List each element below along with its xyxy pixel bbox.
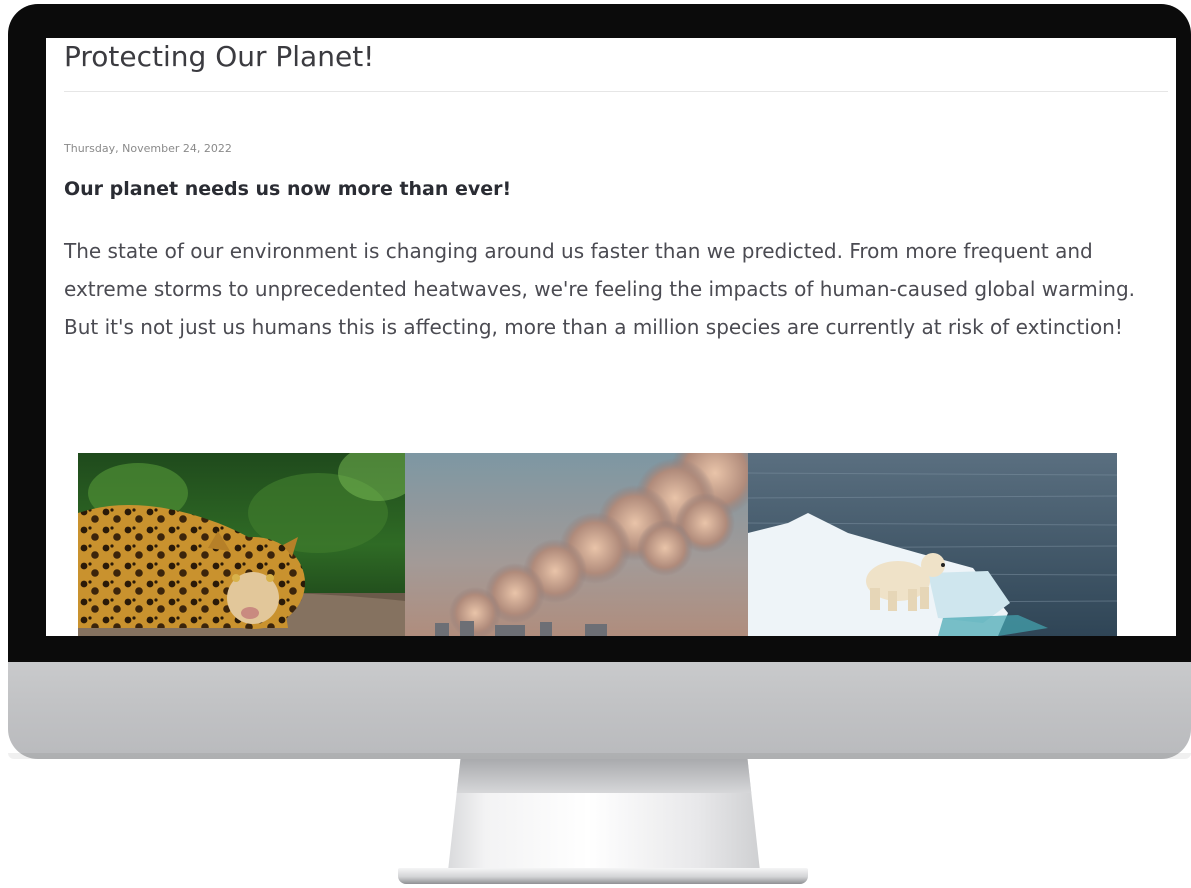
blog-title[interactable]: Protecting Our Planet! [64,40,374,73]
monitor-stand [448,759,760,871]
monitor-chin [8,662,1191,759]
smokestack-photo[interactable] [405,453,748,636]
title-divider [64,91,1168,92]
post-date: Thursday, November 24, 2022 [64,142,232,155]
jaguar-photo[interactable] [78,453,405,636]
monitor-stand-base [398,868,808,884]
screen: Protecting Our Planet! Thursday, Novembe… [46,38,1176,636]
post-body: The state of our environment is changing… [64,239,1136,339]
post-image-strip [78,453,1117,636]
polar-bear-photo[interactable] [748,453,1117,636]
monitor-bezel: Protecting Our Planet! Thursday, Novembe… [8,4,1191,664]
post-heading[interactable]: Our planet needs us now more than ever! [64,178,511,200]
